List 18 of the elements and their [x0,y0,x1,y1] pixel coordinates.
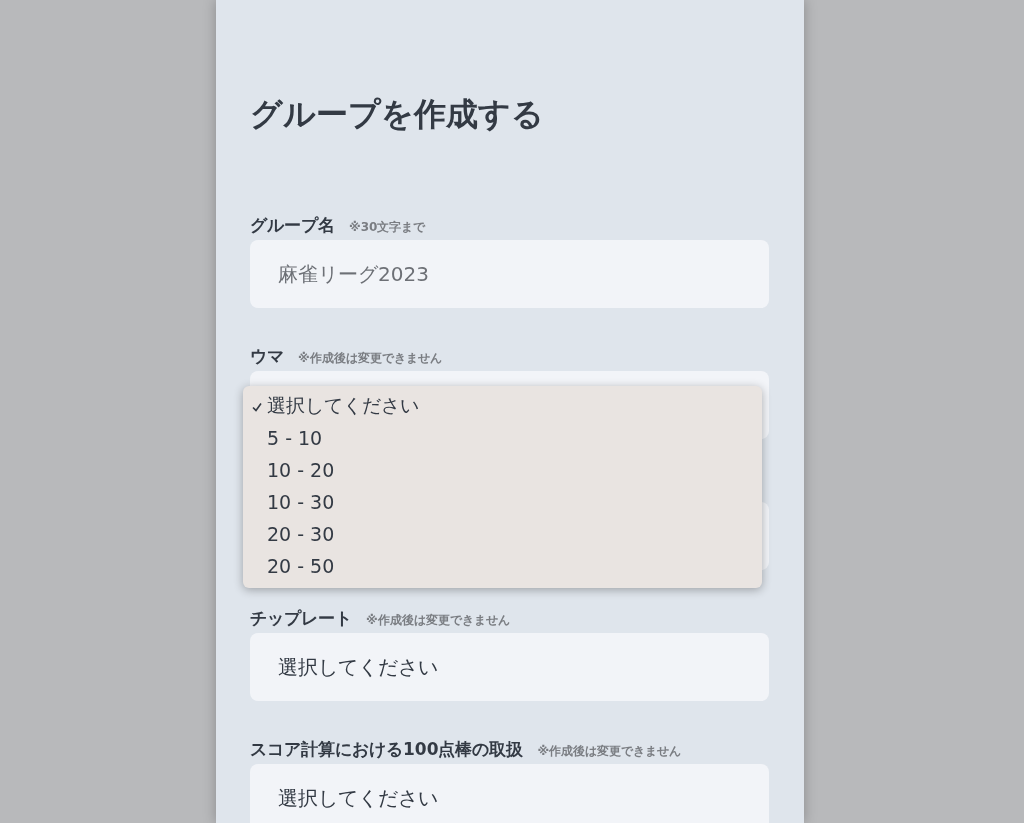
field-label: ウマ [250,345,284,368]
dropdown-option[interactable]: 選択してください [243,390,762,422]
page-title: グループを作成する [250,94,545,135]
dropdown-option[interactable]: 10 - 20 [243,454,762,486]
field-note: ※30文字まで [349,219,426,236]
field-label: グループ名 [250,214,335,237]
select-field[interactable]: 選択してください [250,633,769,701]
field-label: チップレート [250,607,352,630]
field-note: ※作成後は変更できません [366,612,510,629]
dropdown-option[interactable]: 20 - 50 [243,550,762,582]
dropdown-option[interactable]: 20 - 30 [243,518,762,550]
field-label: スコア計算における100点棒の取扱 [250,738,524,761]
select-field[interactable]: 選択してください [250,764,769,823]
dropdown-option[interactable]: 10 - 30 [243,486,762,518]
field-note: ※作成後は変更できません [298,350,442,367]
field-note: ※作成後は変更できません [537,743,682,760]
input-field[interactable]: 麻雀リーグ2023 [250,240,769,308]
dropdown-option[interactable]: 5 - 10 [243,422,762,454]
